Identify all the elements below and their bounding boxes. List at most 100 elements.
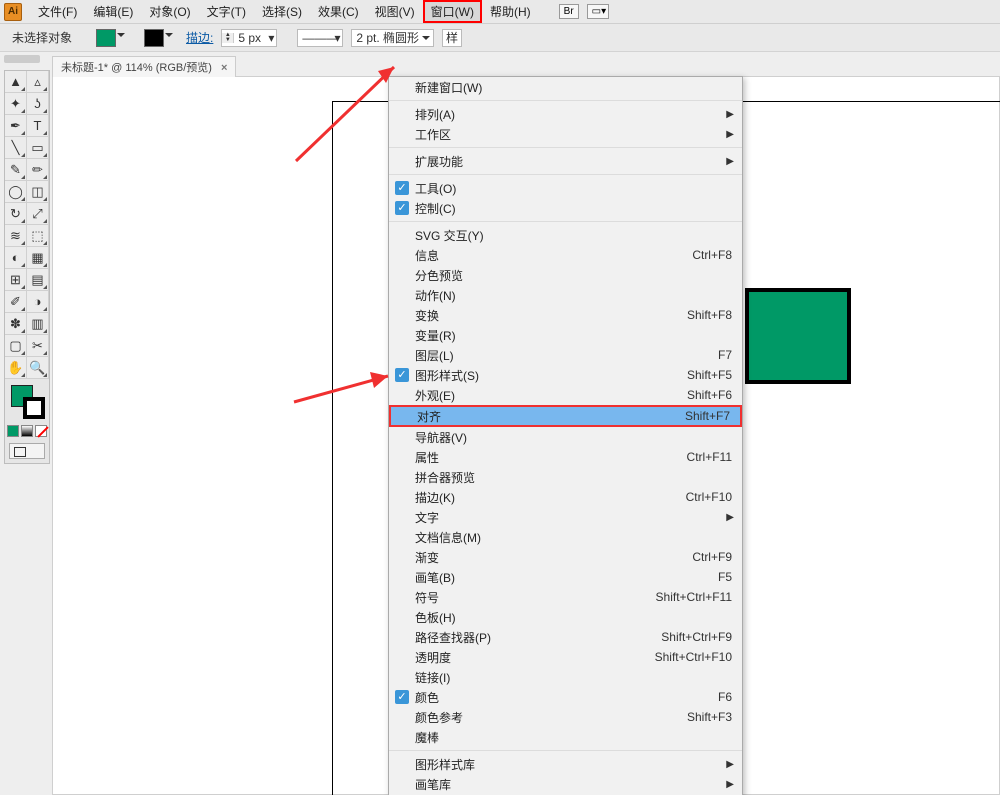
doc-tab-label: 未标题-1* @ 114% (RGB/预览) [61,62,212,74]
menuitem-拼合器预览[interactable]: 拼合器预览 [389,467,742,487]
free-transform-tool[interactable]: ⬚ [27,225,49,247]
menuitem-文字[interactable]: 文字▶ [389,507,742,527]
graph-tool[interactable]: ▥ [27,313,49,335]
brush-tool[interactable]: ✎ [5,159,27,181]
shape-builder-tool[interactable]: ◐ [5,247,27,269]
stroke-dash-field[interactable]: ———▾ [297,29,343,47]
menuitem-图层[interactable]: 图层(L)F7 [389,345,742,365]
menuitem-工具[interactable]: ✓工具(O) [389,178,742,198]
doc-tab-close-icon[interactable]: × [221,62,227,74]
menuitem-动作[interactable]: 动作(N) [389,285,742,305]
zoom-tool[interactable]: 🔍 [27,357,49,379]
stroke-size-field[interactable]: ▲▼ 5 px ▾ [221,29,277,47]
menuitem-链接[interactable]: 链接(I) [389,667,742,687]
arrange-button[interactable]: ▭▾ [587,4,609,19]
menuitem-新建窗口[interactable]: 新建窗口(W) [389,77,742,97]
type-tool[interactable]: T [27,115,49,137]
brush-style-button[interactable]: 样 [442,29,462,47]
menuitem-色板[interactable]: 色板(H) [389,607,742,627]
menu-window[interactable]: 窗口(W) [423,0,482,23]
color-mode-solid[interactable] [7,425,19,437]
eraser-tool[interactable]: ◫ [27,181,49,203]
stroke-label[interactable]: 描边: [186,29,213,46]
stroke-swatch[interactable] [144,29,164,47]
perspective-tool[interactable]: ▦ [27,247,49,269]
menuitem-图形样式库[interactable]: 图形样式库▶ [389,754,742,774]
menuitem-画笔[interactable]: 画笔(B)F5 [389,567,742,587]
menuitem-符号[interactable]: 符号Shift+Ctrl+F11 [389,587,742,607]
menu-effect[interactable]: 效果(C) [310,0,367,23]
menuitem-文档信息[interactable]: 文档信息(M) [389,527,742,547]
menuitem-信息[interactable]: 信息Ctrl+F8 [389,245,742,265]
gradient-tool[interactable]: ▤ [27,269,49,291]
scale-tool[interactable]: ⤢ [27,203,49,225]
menuitem-label: 文字 [415,509,439,526]
menuitem-画笔库[interactable]: 画笔库▶ [389,774,742,794]
menuitem-label: 路径查找器(P) [415,629,491,646]
menuitem-label: 新建窗口(W) [415,79,482,96]
menuitem-label: 魔棒 [415,729,439,746]
menuitem-路径查找器[interactable]: 路径查找器(P)Shift+Ctrl+F9 [389,627,742,647]
menuitem-排列[interactable]: 排列(A)▶ [389,104,742,124]
menu-select[interactable]: 选择(S) [254,0,310,23]
menu-object[interactable]: 对象(O) [141,0,198,23]
menuitem-颜色[interactable]: ✓颜色F6 [389,687,742,707]
brush-dropdown[interactable]: 2 pt. 椭圆形 [351,29,434,47]
canvas-rectangle[interactable] [745,288,851,384]
menu-edit[interactable]: 编辑(E) [85,0,141,23]
artboard-tool[interactable]: ▢ [5,335,27,357]
menuitem-渐变[interactable]: 渐变Ctrl+F9 [389,547,742,567]
menuitem-分色预览[interactable]: 分色预览 [389,265,742,285]
fill-swatch[interactable] [96,29,116,47]
menuitem-描边[interactable]: 描边(K)Ctrl+F10 [389,487,742,507]
menu-help[interactable]: 帮助(H) [482,0,539,23]
symbol-spray-tool[interactable]: ✽ [5,313,27,335]
toolbox-toggle[interactable] [4,55,40,63]
stroke-size-spinner[interactable]: ▲▼ [222,33,234,43]
menuitem-外观[interactable]: 外观(E)Shift+F6 [389,385,742,405]
pencil-tool[interactable]: ✏ [27,159,49,181]
mesh-tool[interactable]: ⊞ [5,269,27,291]
menuitem-属性[interactable]: 属性Ctrl+F11 [389,447,742,467]
selection-tool[interactable]: ▲ [5,71,27,93]
stroke-color-icon[interactable] [23,397,45,419]
magic-wand-tool[interactable]: ✦ [5,93,27,115]
menuitem-变量[interactable]: 变量(R) [389,325,742,345]
menuitem-图形样式[interactable]: ✓图形样式(S)Shift+F5 [389,365,742,385]
menuitem-label: 工具(O) [415,180,456,197]
hand-tool[interactable]: ✋ [5,357,27,379]
bridge-button[interactable]: Br [559,4,579,19]
doc-tab[interactable]: 未标题-1* @ 114% (RGB/预览) × [52,56,236,77]
menu-type[interactable]: 文字(T) [199,0,254,23]
menuitem-控制[interactable]: ✓控制(C) [389,198,742,218]
menuitem-label: 文档信息(M) [415,529,481,546]
eyedropper-tool[interactable]: ✐ [5,291,27,313]
rotate-tool[interactable]: ↻ [5,203,27,225]
menu-view[interactable]: 视图(V) [367,0,423,23]
screen-mode-button[interactable] [9,443,45,459]
rect-tool[interactable]: ▭ [27,137,49,159]
color-mode-gradient[interactable] [21,425,33,437]
fill-stroke-controls[interactable] [5,383,49,423]
menuitem-工作区[interactable]: 工作区▶ [389,124,742,144]
lasso-tool[interactable]: ʖ [27,93,49,115]
menuitem-魔棒[interactable]: 魔棒 [389,727,742,747]
menu-file[interactable]: 文件(F) [30,0,85,23]
menuitem-label: 变量(R) [415,327,456,344]
color-mode-none[interactable] [35,425,47,437]
menuitem-label: SVG 交互(Y) [415,227,484,244]
width-tool[interactable]: ≋ [5,225,27,247]
direct-select-tool[interactable]: ▵ [27,71,49,93]
slice-tool[interactable]: ✂ [27,335,49,357]
menuitem-颜色参考[interactable]: 颜色参考Shift+F3 [389,707,742,727]
menuitem-变换[interactable]: 变换Shift+F8 [389,305,742,325]
menuitem-导航器[interactable]: 导航器(V) [389,427,742,447]
menuitem-扩展功能[interactable]: 扩展功能▶ [389,151,742,171]
pen-tool[interactable]: ✒ [5,115,27,137]
menuitem-透明度[interactable]: 透明度Shift+Ctrl+F10 [389,647,742,667]
blob-tool[interactable]: ◯ [5,181,27,203]
menuitem-SVG交互[interactable]: SVG 交互(Y) [389,225,742,245]
line-tool[interactable]: ╲ [5,137,27,159]
blend-tool[interactable]: ◑ [27,291,49,313]
menuitem-对齐[interactable]: 对齐Shift+F7 [389,405,742,427]
